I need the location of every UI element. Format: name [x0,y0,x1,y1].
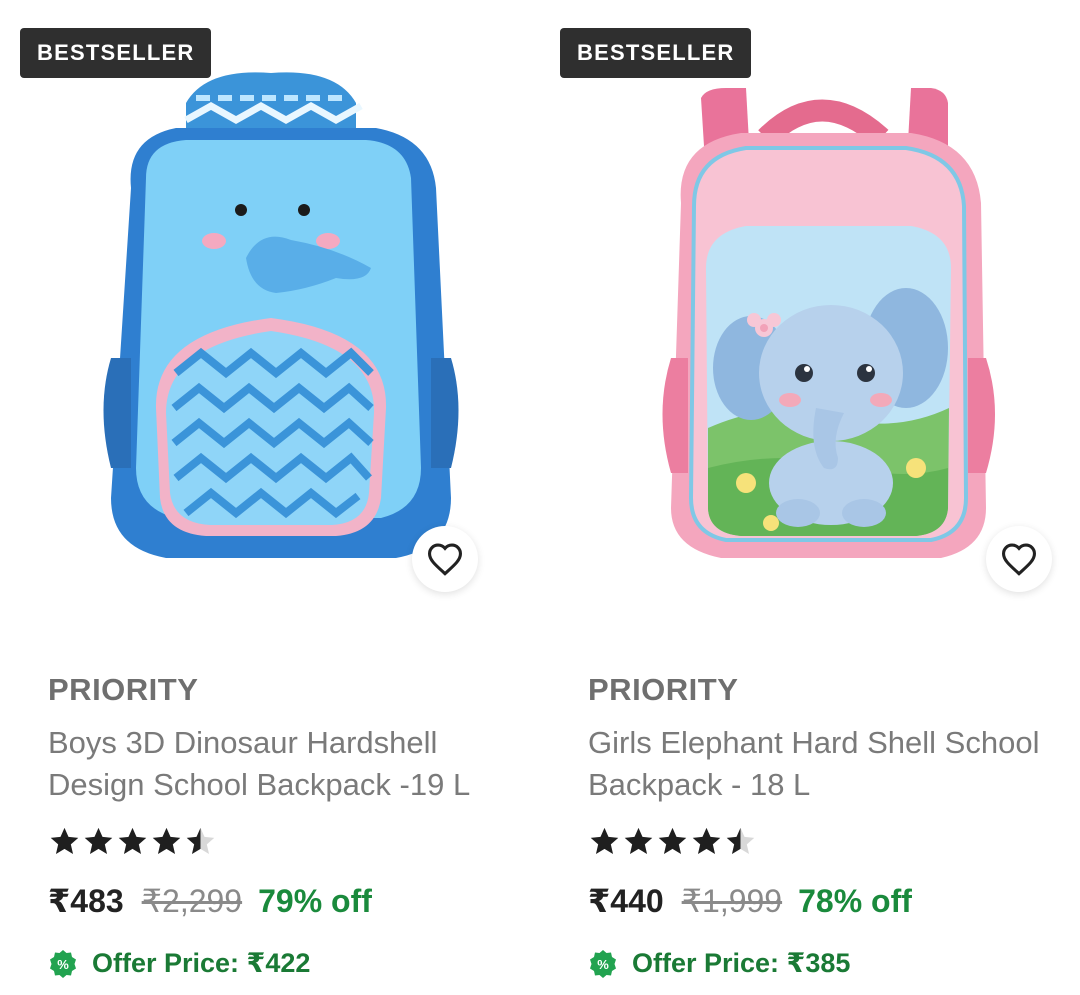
star-icon [186,827,215,854]
offer-price: % Offer Price: ₹422 [48,948,310,979]
star-icon [658,827,687,854]
star-icon [118,827,147,854]
percent-badge-icon: % [590,949,616,978]
heart-outline-icon [1001,543,1037,576]
price-row: ₹483 ₹2,299 79% off [48,882,372,920]
brand-name: PRIORITY [48,672,199,707]
price-row: ₹440 ₹1,999 78% off [588,882,912,920]
selling-price: ₹483 [48,883,124,919]
product-card[interactable]: BESTSELLER PRIORITY Boys 3D Dinosaur Har… [0,0,540,995]
percent-badge-icon: % [50,949,76,978]
wishlist-button[interactable] [986,526,1052,592]
discount-label: 78% off [798,883,912,919]
star-rating [48,824,218,857]
brand-name: PRIORITY [588,672,739,707]
svg-text:%: % [57,957,69,972]
star-icon [624,827,653,854]
star-icon [726,827,755,854]
star-icon [152,827,181,854]
product-card[interactable]: BESTSELLER PRIORITY Girls Elephant Hard … [540,0,1080,995]
discount-label: 79% off [258,883,372,919]
product-grid: BESTSELLER PRIORITY Boys 3D Dinosaur Har… [0,0,1080,995]
star-icon [590,827,619,854]
product-title[interactable]: Boys 3D Dinosaur Hardshell Design School… [48,722,528,806]
star-icon [50,827,79,854]
svg-text:%: % [597,957,609,972]
offer-price: % Offer Price: ₹385 [588,948,850,979]
bestseller-badge: BESTSELLER [560,28,752,78]
original-price: ₹1,999 [681,883,783,919]
star-icon [84,827,113,854]
product-title[interactable]: Girls Elephant Hard Shell School Backpac… [588,722,1068,806]
star-rating [588,824,758,857]
bestseller-badge: BESTSELLER [20,28,212,78]
selling-price: ₹440 [588,883,664,919]
original-price: ₹2,299 [141,883,243,919]
star-icon [692,827,721,854]
wishlist-button[interactable] [412,526,478,592]
offer-price-text: Offer Price: ₹422 [92,948,311,978]
offer-price-text: Offer Price: ₹385 [632,948,851,978]
heart-outline-icon [427,543,463,576]
